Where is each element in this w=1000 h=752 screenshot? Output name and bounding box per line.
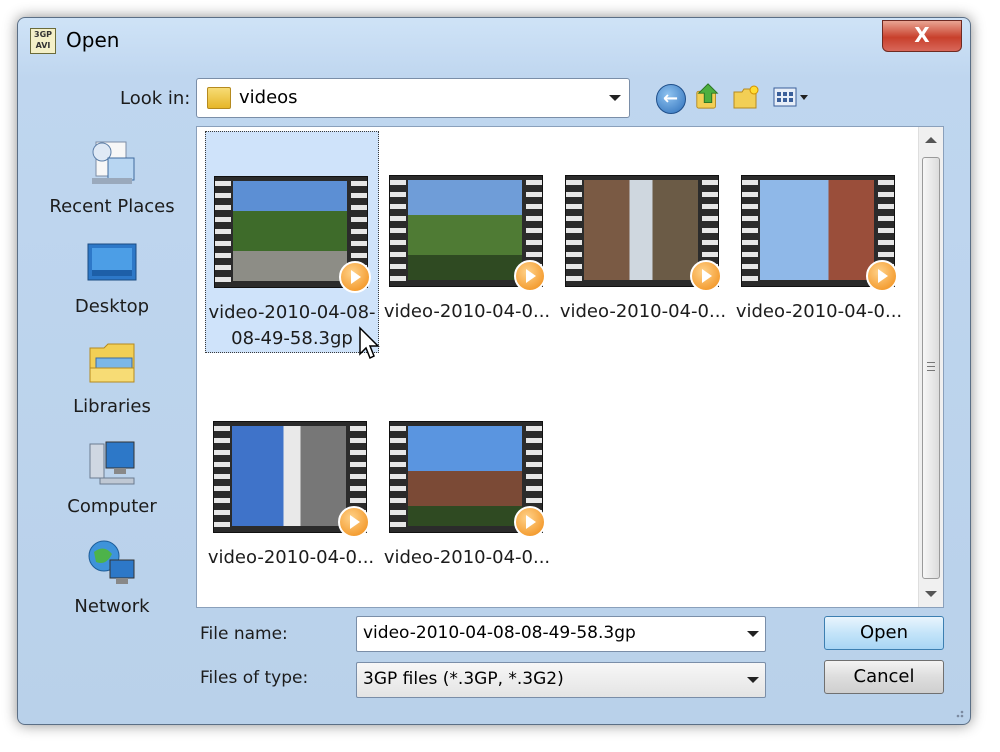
resize-grip-icon[interactable] [952, 706, 964, 718]
video-thumbnail [214, 176, 371, 293]
cancel-button[interactable]: Cancel [824, 660, 944, 694]
place-computer[interactable]: Computer [36, 438, 188, 517]
file-name: video-2010-04-08-08-49-58.3gp [208, 302, 376, 349]
video-thumbnail [213, 421, 370, 538]
place-label: Network [74, 596, 150, 617]
file-name: video-2010-04-0... [559, 301, 727, 322]
file-item[interactable]: video-2010-04-0... [381, 131, 553, 351]
file-list[interactable]: video-2010-04-08-08-49-58.3gp video-2010… [196, 126, 944, 608]
video-thumbnail [389, 175, 546, 292]
file-name: video-2010-04-0... [207, 547, 375, 568]
video-thumbnail [565, 175, 722, 292]
file-name: video-2010-04-0... [383, 547, 551, 568]
new-folder-icon[interactable] [732, 84, 760, 112]
play-icon [338, 506, 370, 538]
file-item[interactable]: video-2010-04-0... [205, 377, 377, 597]
scroll-thumb[interactable] [922, 157, 940, 579]
play-icon [514, 260, 546, 292]
folder-icon [207, 87, 231, 109]
video-thumbnail [741, 175, 898, 292]
look-in-label: Look in: [120, 88, 191, 109]
file-item[interactable]: video-2010-04-08-08-49-58.3gp [205, 131, 379, 353]
place-label: Desktop [74, 296, 150, 317]
chevron-down-icon[interactable] [747, 677, 759, 683]
computer-icon [89, 441, 135, 485]
file-name-label: File name: [200, 624, 288, 644]
place-label: Recent Places [49, 196, 175, 217]
play-icon [690, 260, 722, 292]
libraries-icon [89, 343, 135, 383]
scroll-down-icon[interactable] [925, 591, 937, 597]
app-icon: 3GP AVI [30, 28, 56, 54]
app-icon-text-bottom: AVI [35, 41, 51, 50]
place-recent-places[interactable]: Recent Places [36, 138, 188, 217]
network-icon [88, 540, 135, 584]
desktop-icon [87, 243, 137, 281]
play-icon [339, 261, 371, 293]
places-bar: Recent Places Desktop Libraries Computer… [36, 126, 188, 664]
file-type-select[interactable]: 3GP files (*.3GP, *.3G2) [356, 662, 766, 698]
file-name-input[interactable]: video-2010-04-08-08-49-58.3gp [356, 616, 766, 652]
close-icon: X [914, 23, 930, 47]
file-item[interactable]: video-2010-04-0... [381, 377, 553, 597]
place-network[interactable]: Network [36, 538, 188, 617]
vertical-scrollbar[interactable] [918, 127, 943, 607]
window-title: Open [66, 28, 120, 52]
up-folder-icon[interactable] [694, 82, 722, 110]
play-icon [866, 260, 898, 292]
chevron-down-icon[interactable] [609, 95, 621, 101]
file-name: video-2010-04-0... [735, 301, 903, 322]
video-thumbnail [389, 421, 546, 538]
file-type-value: 3GP files (*.3GP, *.3G2) [363, 669, 564, 689]
place-libraries[interactable]: Libraries [36, 338, 188, 417]
look-in-value: videos [239, 87, 298, 108]
mouse-cursor-icon [359, 326, 380, 360]
file-name-value: video-2010-04-08-08-49-58.3gp [363, 623, 636, 643]
place-label: Computer [67, 496, 157, 517]
close-button[interactable]: X [882, 20, 962, 52]
scroll-up-icon[interactable] [925, 137, 937, 143]
place-desktop[interactable]: Desktop [36, 238, 188, 317]
app-icon-text-top: 3GP [34, 30, 52, 39]
back-icon[interactable]: ← [656, 84, 686, 114]
file-item[interactable]: video-2010-04-0... [733, 131, 905, 351]
place-label: Libraries [73, 396, 151, 417]
file-type-label: Files of type: [200, 668, 309, 688]
recent-places-icon [92, 141, 135, 184]
chevron-down-icon[interactable] [747, 631, 759, 637]
open-button[interactable]: Open [824, 616, 944, 650]
views-menu-icon[interactable] [772, 84, 810, 112]
look-in-dropdown[interactable]: videos [196, 78, 630, 118]
file-item[interactable]: video-2010-04-0... [557, 131, 729, 351]
file-name: video-2010-04-0... [383, 301, 551, 322]
open-dialog: 3GP AVI Open X Look in: videos ← Recent … [17, 17, 971, 725]
play-icon [514, 506, 546, 538]
